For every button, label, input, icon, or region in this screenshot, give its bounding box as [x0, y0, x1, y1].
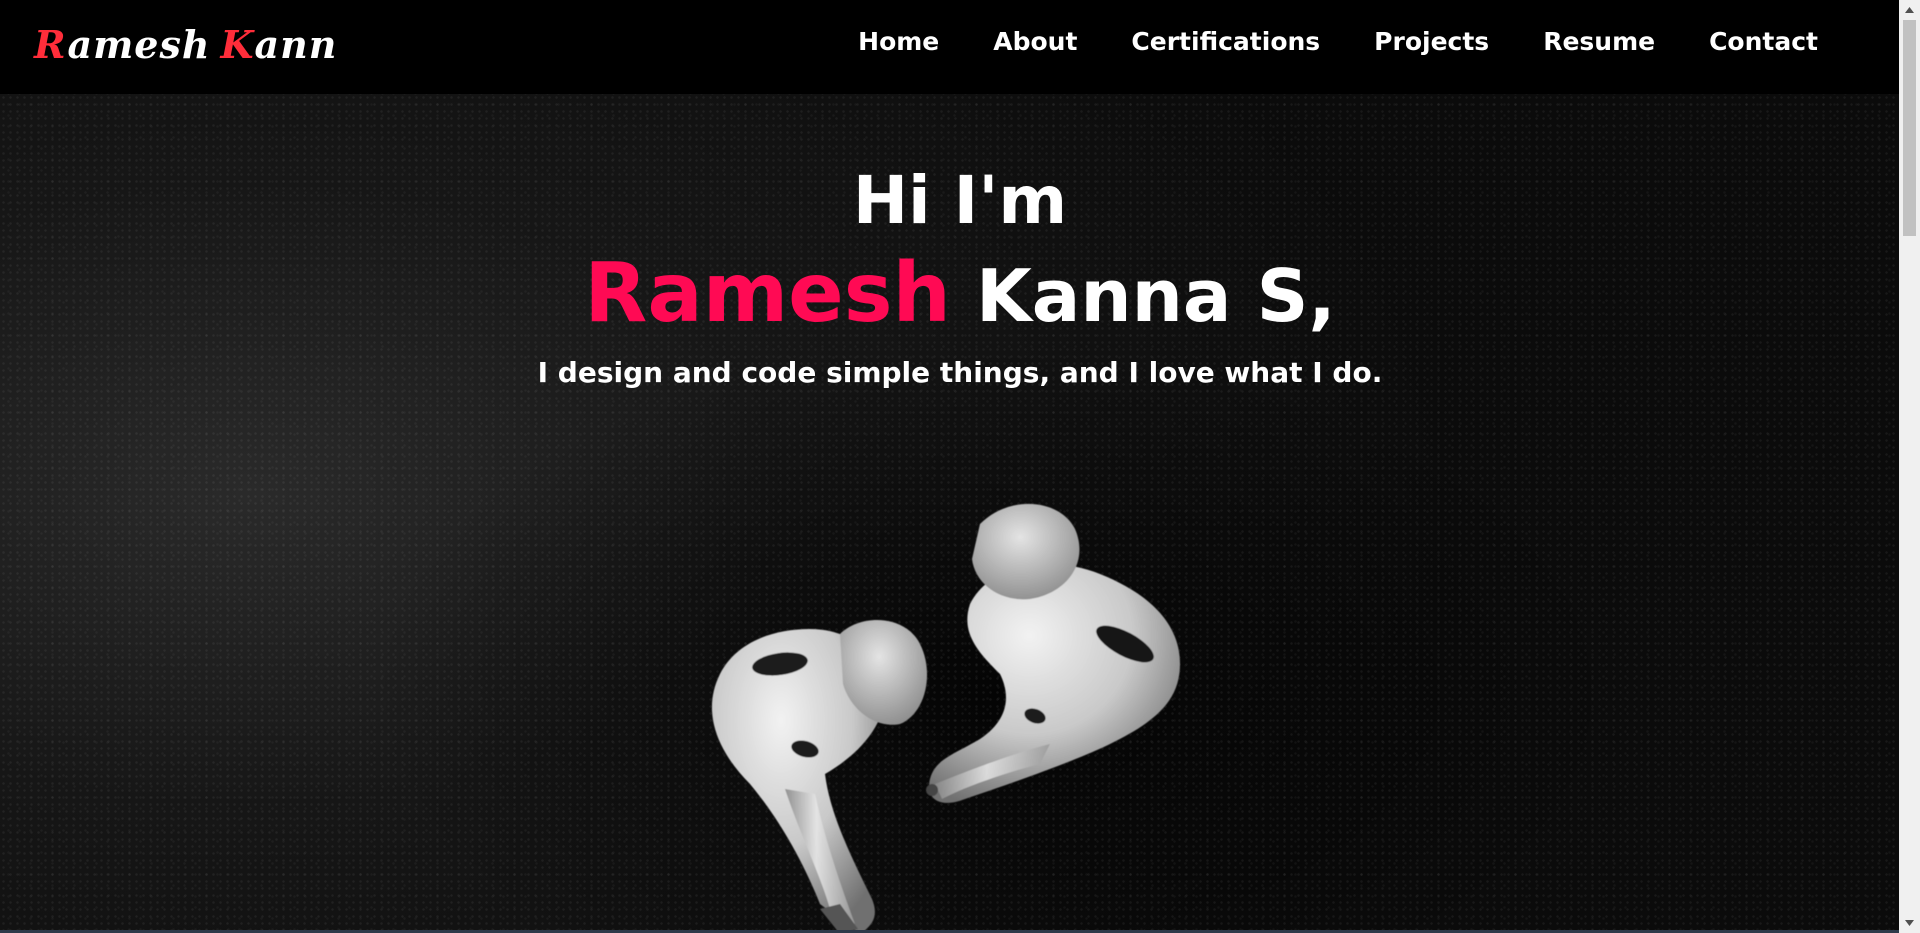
hero-section: Hi I'm Ramesh Kanna S, I design and code…: [0, 94, 1899, 930]
triangle-down-icon[interactable]: [1899, 913, 1920, 933]
logo-last-initial: K: [220, 22, 255, 67]
site-logo[interactable]: Ramesh Kann: [34, 22, 337, 67]
nav-projects[interactable]: Projects: [1347, 27, 1516, 56]
hero-last-name: Kanna S,: [976, 254, 1336, 338]
logo-last-rest: ann: [254, 22, 338, 67]
nav-home[interactable]: Home: [831, 27, 966, 56]
nav-about[interactable]: About: [966, 27, 1104, 56]
scrollbar-thumb[interactable]: [1903, 20, 1916, 236]
portfolio-page: Ramesh Kann Home About Certifications Pro…: [0, 0, 1920, 933]
logo-first-rest: amesh: [67, 22, 211, 67]
nav-links: Home About Certifications Projects Resum…: [831, 0, 1845, 82]
scrollbar[interactable]: [1899, 0, 1920, 933]
hero-name: Ramesh Kanna S,: [0, 253, 1899, 338]
nav-contact[interactable]: Contact: [1682, 27, 1845, 56]
hero-tagline: I design and code simple things, and I l…: [537, 356, 1383, 389]
hero-greeting: Hi I'm: [852, 162, 1068, 239]
hero-first-name: Ramesh: [584, 246, 951, 341]
triangle-up-icon[interactable]: [1899, 0, 1920, 20]
logo-first-initial: R: [34, 22, 68, 67]
earbuds-image: [712, 503, 1180, 930]
nav-certifications[interactable]: Certifications: [1104, 27, 1347, 56]
nav-resume[interactable]: Resume: [1516, 27, 1682, 56]
navbar: Ramesh Kann Home About Certifications Pro…: [0, 0, 1899, 94]
